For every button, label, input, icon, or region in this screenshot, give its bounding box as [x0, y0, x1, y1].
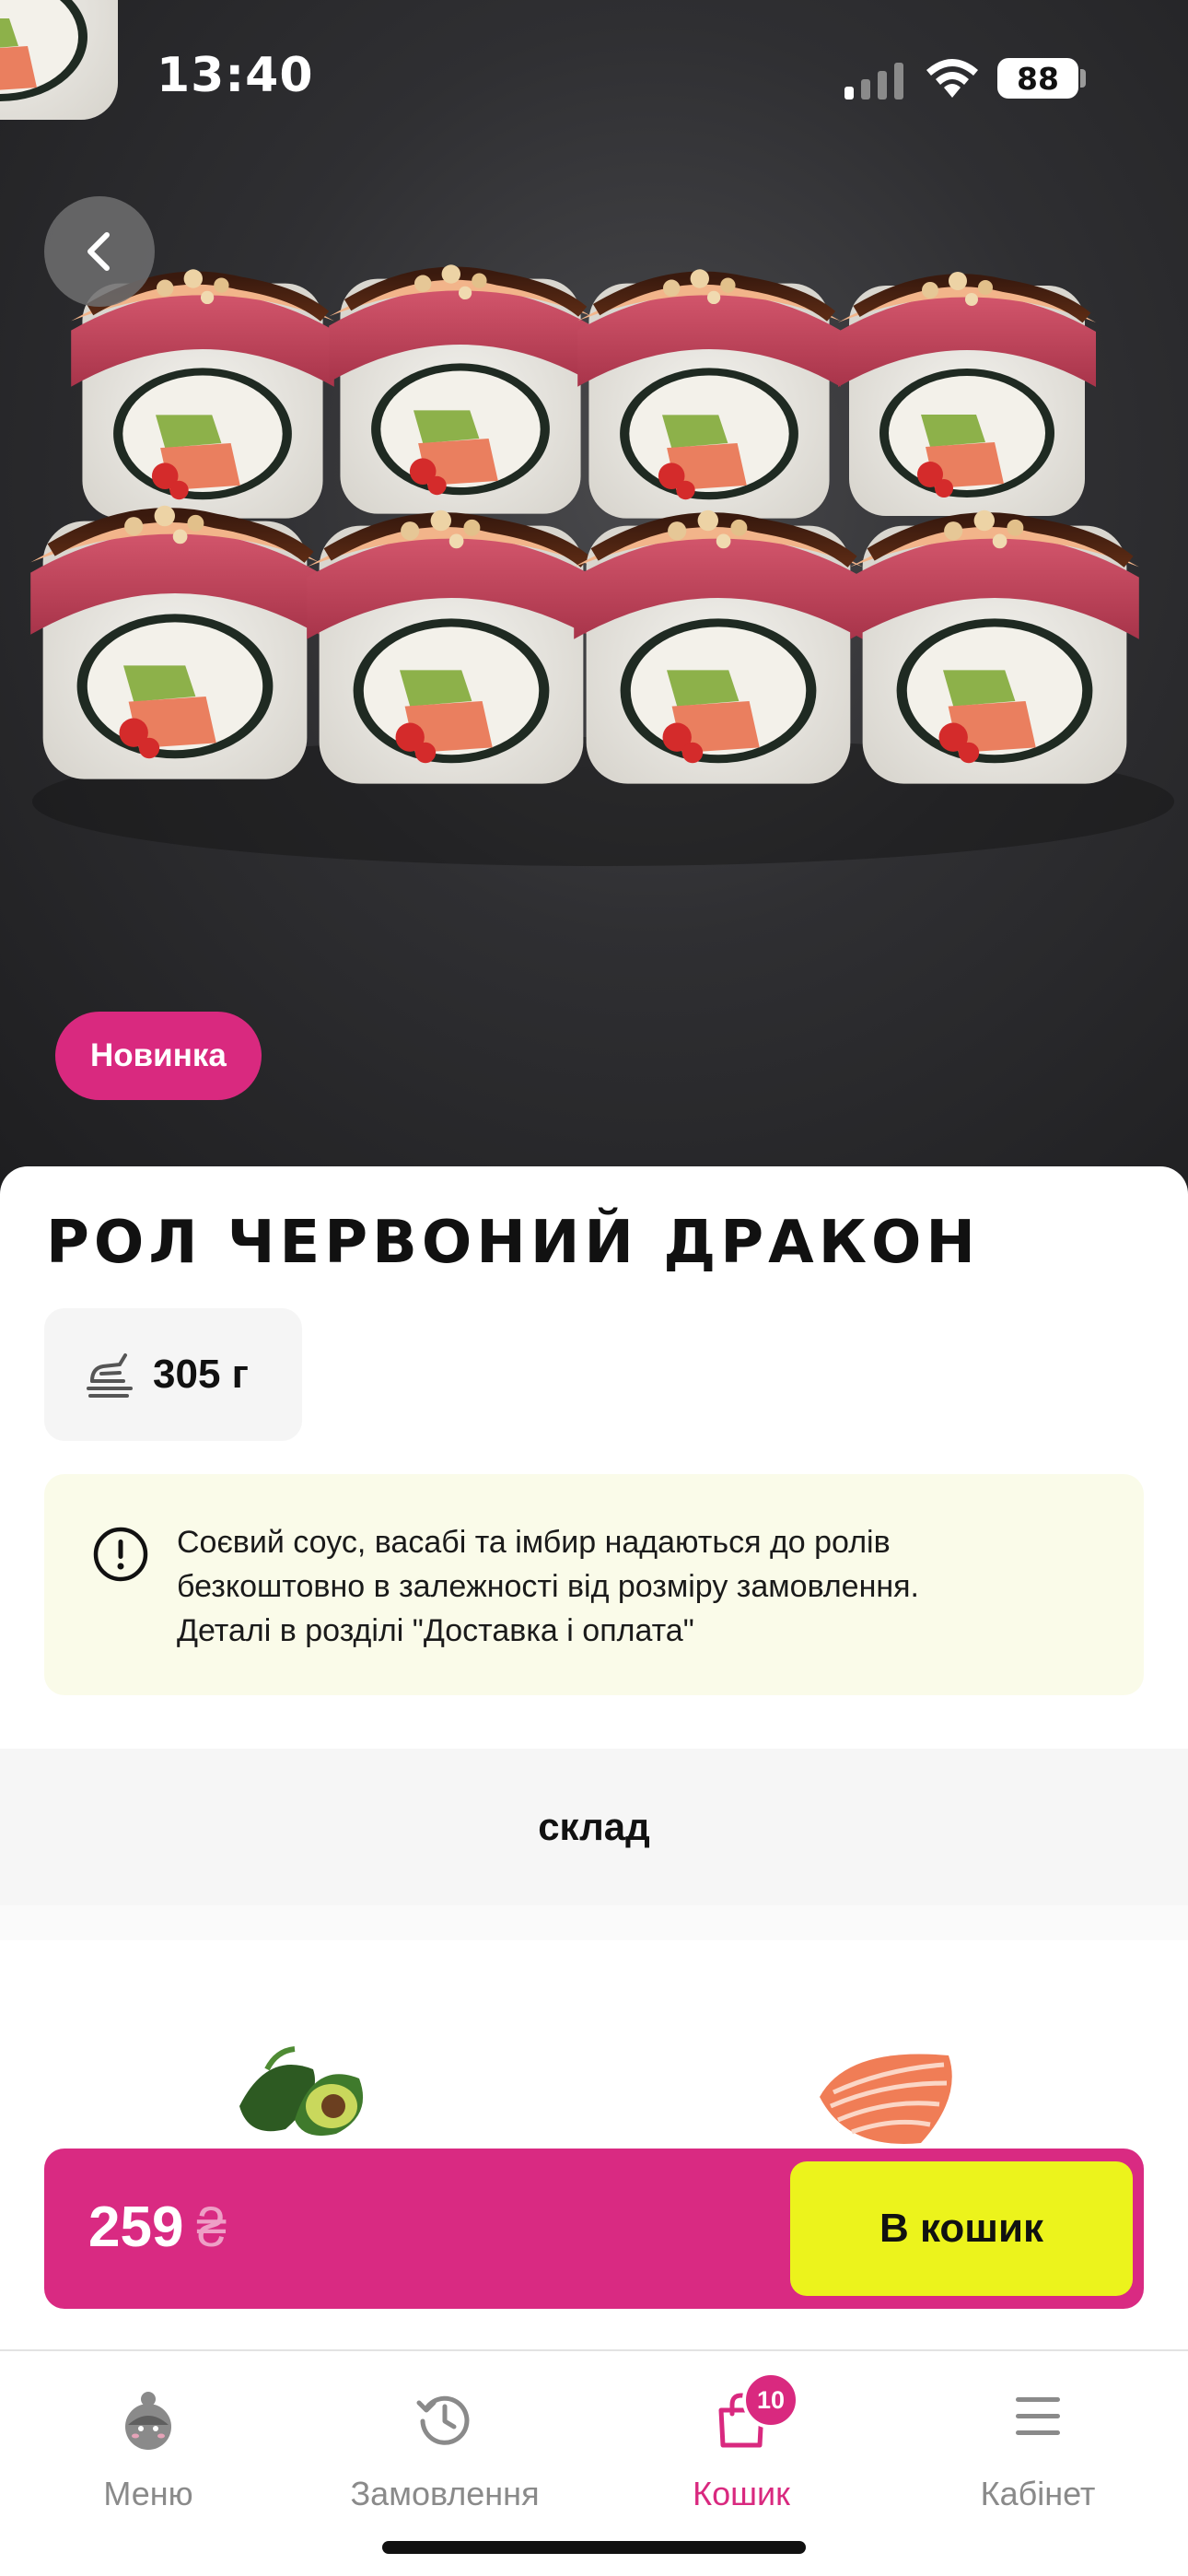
battery-cap: [1080, 69, 1086, 88]
price-value: 259: [88, 2195, 184, 2259]
info-line: Соєвий соус, васабі та імбир надаються д…: [177, 1525, 891, 1560]
home-indicator[interactable]: [382, 2541, 806, 2554]
signal-icon: [844, 63, 903, 100]
price-display: 259 ₴: [88, 2195, 227, 2260]
composition-divider: [0, 1905, 1188, 1940]
chevron-left-icon: [87, 232, 110, 271]
exclamation-circle-icon: [93, 1527, 148, 1582]
add-to-cart-label: В кошик: [879, 2206, 1044, 2251]
weight-value: 305 г: [153, 1352, 249, 1397]
avocado-image: [239, 2046, 364, 2137]
tab-label: Кошик: [693, 2475, 790, 2512]
tab-menu[interactable]: Меню: [0, 2351, 297, 2535]
tab-label: Меню: [103, 2475, 193, 2512]
currency-symbol: ₴: [196, 2198, 227, 2258]
product-title: РОЛ ЧЕРВОНИЙ ДРАКОН: [46, 1209, 980, 1277]
product-hero: 13:40 88 Новинка: [0, 0, 1188, 1198]
info-text: Соєвий соус, васабі та імбир надаються д…: [177, 1520, 1116, 1653]
wifi-icon: [926, 59, 978, 98]
back-button[interactable]: [44, 196, 155, 307]
new-badge: Новинка: [55, 1012, 262, 1100]
history-icon: [416, 2395, 470, 2445]
hamburger-icon: [1016, 2397, 1060, 2435]
battery-icon: 88: [997, 58, 1078, 99]
cart-count: 10: [756, 2385, 786, 2414]
composition-title: склад: [538, 1805, 650, 1848]
composition-header: склад: [0, 1749, 1188, 1905]
tab-cart[interactable]: 10 Кошик: [593, 2351, 890, 2535]
mascot-icon: [125, 2392, 171, 2450]
new-badge-label: Новинка: [90, 1037, 227, 1073]
food-tray-icon: [87, 1353, 133, 1398]
info-notice: Соєвий соус, васабі та імбир надаються д…: [44, 1474, 1144, 1695]
tab-orders[interactable]: Замовлення: [297, 2351, 593, 2535]
add-to-cart-button[interactable]: В кошик: [790, 2161, 1133, 2296]
salmon-image: [820, 2054, 952, 2144]
tab-label: Замовлення: [350, 2475, 540, 2512]
weight-chip: 305 г: [44, 1308, 302, 1441]
info-line: Деталі в розділі "Доставка і оплата": [177, 1613, 694, 1648]
info-line: безкоштовно в залежності від розміру зам…: [177, 1569, 920, 1604]
tab-cabinet[interactable]: Кабінет: [890, 2351, 1186, 2535]
cart-count-badge: 10: [742, 2371, 799, 2429]
status-time: 13:40: [157, 48, 314, 103]
price-bar: 259 ₴ В кошик: [44, 2149, 1144, 2309]
tab-label: Кабінет: [980, 2475, 1096, 2512]
status-bar: 13:40 88: [0, 0, 1188, 157]
battery-level: 88: [1017, 60, 1059, 97]
